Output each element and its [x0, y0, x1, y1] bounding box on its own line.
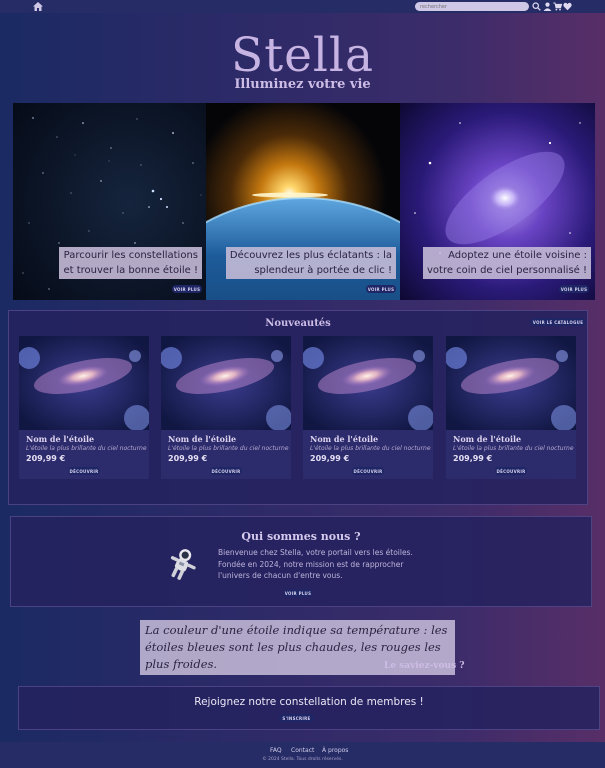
- section-title: Nouveautés: [265, 318, 331, 329]
- join-title: Rejoignez notre constellation de membres…: [194, 696, 424, 708]
- see-more-button[interactable]: VOIR PLUS: [284, 589, 312, 597]
- see-more-button[interactable]: VOIR PLUS: [559, 285, 589, 293]
- product-price: 209,99 €: [453, 454, 493, 463]
- discover-button[interactable]: DÉCOUVRIR: [495, 467, 527, 475]
- product-price: 209,99 €: [168, 454, 208, 463]
- discover-button[interactable]: DÉCOUVRIR: [68, 467, 100, 475]
- see-more-button[interactable]: VOIR PLUS: [366, 285, 396, 293]
- about-description: Bienvenue chez Stella, votre portail ver…: [218, 548, 413, 580]
- section-title: Qui sommes nous ?: [241, 530, 361, 543]
- heart-icon[interactable]: [563, 2, 572, 11]
- hero-slide-constellations: Parcourir les constellations et trouver l…: [13, 103, 206, 300]
- galaxy-image: [303, 336, 433, 430]
- user-icon[interactable]: [543, 2, 552, 11]
- galaxy-image: [161, 336, 291, 430]
- product-description: L'étoile la plus brillante du ciel noctu…: [453, 445, 574, 452]
- discover-button[interactable]: DÉCOUVRIR: [210, 467, 242, 475]
- hero-slide-galaxy: Adoptez une étoile voisine : votre coin d…: [400, 103, 595, 300]
- product-name: Nom de l'étoile: [310, 434, 379, 444]
- product-price: 209,99 €: [26, 454, 66, 463]
- product-name: Nom de l'étoile: [168, 434, 237, 444]
- product-description: L'étoile la plus brillante du ciel noctu…: [26, 445, 147, 452]
- join-section: Rejoignez notre constellation de membres…: [18, 686, 600, 730]
- product-name: Nom de l'étoile: [26, 434, 95, 444]
- footer: FAQ Contact À propos © 2024 Stella. Tous…: [0, 742, 605, 768]
- product-card[interactable]: Nom de l'étoile L'étoile la plus brillan…: [303, 336, 433, 479]
- home-icon[interactable]: [33, 2, 43, 11]
- product-name: Nom de l'étoile: [453, 434, 522, 444]
- footer-link-contact[interactable]: Contact: [291, 747, 314, 754]
- footer-link-faq[interactable]: FAQ: [270, 747, 282, 754]
- product-description: L'étoile la plus brillante du ciel noctu…: [168, 445, 289, 452]
- hero-caption: Adoptez une étoile voisine : votre coin d…: [422, 247, 591, 279]
- footer-link-about[interactable]: À propos: [322, 747, 348, 754]
- product-card[interactable]: Nom de l'étoile L'étoile la plus brillan…: [161, 336, 291, 479]
- brand-logo[interactable]: Stella: [0, 28, 605, 83]
- fun-fact-label: Le saviez-vous ?: [384, 661, 465, 671]
- top-bar: [0, 0, 605, 13]
- see-more-button[interactable]: VOIR PLUS: [172, 285, 202, 293]
- new-arrivals-section: Nouveautés VOIR LE CATALOGUE Nom de l'ét…: [8, 310, 588, 505]
- product-price: 209,99 €: [310, 454, 350, 463]
- galaxy-image: [19, 336, 149, 430]
- brand-tagline: Illuminez votre vie: [234, 77, 371, 92]
- astronaut-icon: [170, 549, 196, 580]
- product-card[interactable]: Nom de l'étoile L'étoile la plus brillan…: [19, 336, 149, 479]
- search-input[interactable]: [415, 2, 529, 11]
- search-icon[interactable]: [532, 2, 541, 11]
- about-section: Qui sommes nous ? Bienvenue chez Stella,…: [10, 516, 592, 607]
- cart-icon[interactable]: [553, 2, 562, 11]
- discover-button[interactable]: DÉCOUVRIR: [352, 467, 384, 475]
- signup-button[interactable]: S'INSCRIRE: [279, 714, 314, 722]
- hero-caption: Parcourir les constellations et trouver l…: [59, 247, 202, 279]
- product-card[interactable]: Nom de l'étoile L'étoile la plus brillan…: [446, 336, 576, 479]
- hero-caption: Découvrez les plus éclatants : la splende…: [225, 247, 396, 279]
- hero-slide-sunrise: Découvrez les plus éclatants : la splende…: [206, 103, 400, 300]
- copyright-text: © 2024 Stella. Tous droits réservés.: [262, 757, 343, 762]
- view-catalog-button[interactable]: VOIR LE CATALOGUE: [530, 318, 586, 326]
- product-description: L'étoile la plus brillante du ciel noctu…: [310, 445, 431, 452]
- galaxy-image: [446, 336, 576, 430]
